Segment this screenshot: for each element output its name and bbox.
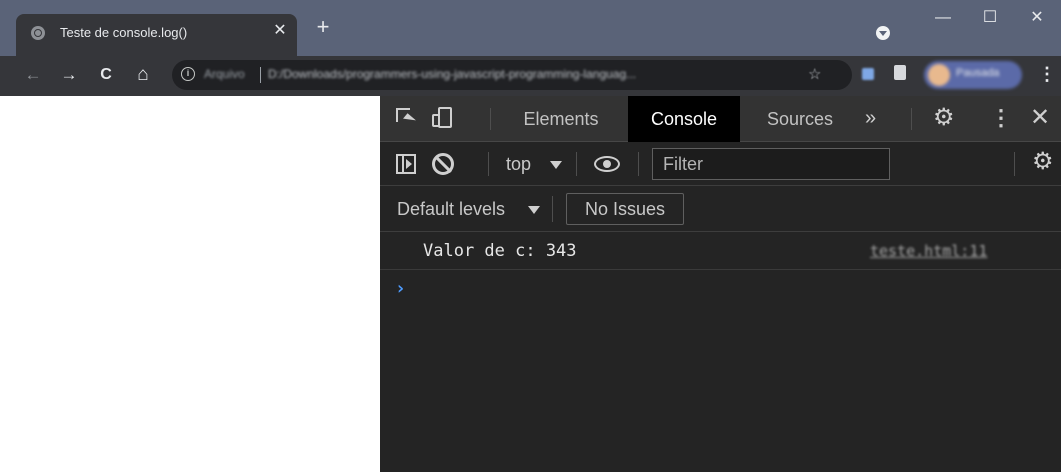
page-viewport [0, 96, 380, 472]
filter-input[interactable] [653, 149, 889, 179]
divider [552, 196, 553, 222]
new-tab-button[interactable]: + [312, 16, 334, 38]
console-message: Valor de c: 343 teste.html:11 [380, 232, 1061, 270]
divider [911, 108, 912, 130]
profile-button[interactable]: Pausada [924, 61, 1022, 89]
extensions-puzzle-icon[interactable] [894, 65, 906, 80]
divider [576, 152, 577, 176]
chevron-down-icon[interactable] [550, 161, 562, 169]
console-levels-bar: Default levels No Issues [380, 186, 1061, 232]
maximize-button[interactable]: ☐ [968, 6, 1012, 30]
tab-close-icon[interactable]: ✕ [272, 21, 288, 41]
settings-gear-icon[interactable] [933, 105, 955, 131]
close-devtools-icon[interactable]: ✕ [1030, 106, 1050, 130]
home-icon[interactable]: ⌂ [132, 64, 154, 86]
sidebar-toggle-icon[interactable] [396, 154, 416, 174]
tab-search-icon[interactable] [876, 26, 890, 40]
omnibox-divider [260, 67, 261, 83]
filter-field[interactable] [652, 148, 890, 180]
clear-console-icon[interactable] [432, 153, 454, 175]
tab-sources[interactable]: Sources [750, 96, 850, 142]
chevron-down-icon[interactable] [528, 206, 540, 214]
tab-elements[interactable]: Elements [506, 96, 616, 142]
log-levels-dropdown[interactable]: Default levels [397, 186, 505, 232]
devtools-tabbar: Elements Console Sources » ⋮ ✕ [380, 96, 1061, 142]
browser-titlebar: Teste de console.log() ✕ + — ☐ ✕ [0, 0, 1061, 56]
minimize-button[interactable]: — [921, 6, 965, 30]
tab-title: Teste de console.log() [60, 25, 188, 40]
divider [488, 152, 489, 176]
console-message-text: Valor de c: 343 [423, 241, 577, 261]
devtools-panel: Elements Console Sources » ⋮ ✕ top Defau… [380, 96, 1061, 472]
issues-button[interactable]: No Issues [566, 193, 684, 225]
console-toolbar: top [380, 142, 1061, 186]
browser-tab[interactable]: Teste de console.log() ✕ [16, 14, 297, 56]
reload-icon[interactable]: C [95, 64, 117, 86]
console-source-link[interactable]: teste.html:11 [870, 242, 987, 260]
avatar [928, 64, 950, 86]
divider [490, 108, 491, 130]
security-chip: Arquivo [204, 67, 245, 81]
context-selector[interactable]: top [506, 142, 531, 186]
browser-menu-icon[interactable]: ⋮ [1038, 62, 1056, 86]
divider [1014, 152, 1015, 176]
back-arrow-icon[interactable]: ← [22, 64, 44, 86]
console-settings-gear-icon[interactable] [1032, 149, 1054, 175]
inspect-element-icon[interactable] [396, 108, 416, 128]
address-bar[interactable]: i Arquivo D:/Downloads/programmers-using… [172, 60, 852, 90]
url-text[interactable]: D:/Downloads/programmers-using-javascrip… [268, 67, 788, 81]
globe-icon [31, 26, 45, 40]
devtools-menu-icon[interactable]: ⋮ [990, 104, 1012, 132]
tab-console[interactable]: Console [628, 96, 740, 142]
live-expression-eye-icon[interactable] [594, 156, 620, 172]
bookmark-star-icon[interactable]: ☆ [808, 65, 821, 83]
more-tabs-icon[interactable]: » [865, 108, 876, 128]
profile-name: Pausada [956, 67, 1000, 79]
extension-icon[interactable] [862, 68, 874, 80]
close-window-button[interactable]: ✕ [1015, 6, 1059, 30]
divider [638, 152, 639, 176]
console-prompt-icon[interactable]: › [395, 278, 406, 299]
device-toolbar-icon[interactable] [432, 107, 454, 129]
forward-arrow-icon[interactable]: → [58, 64, 80, 86]
info-icon[interactable]: i [181, 67, 195, 81]
